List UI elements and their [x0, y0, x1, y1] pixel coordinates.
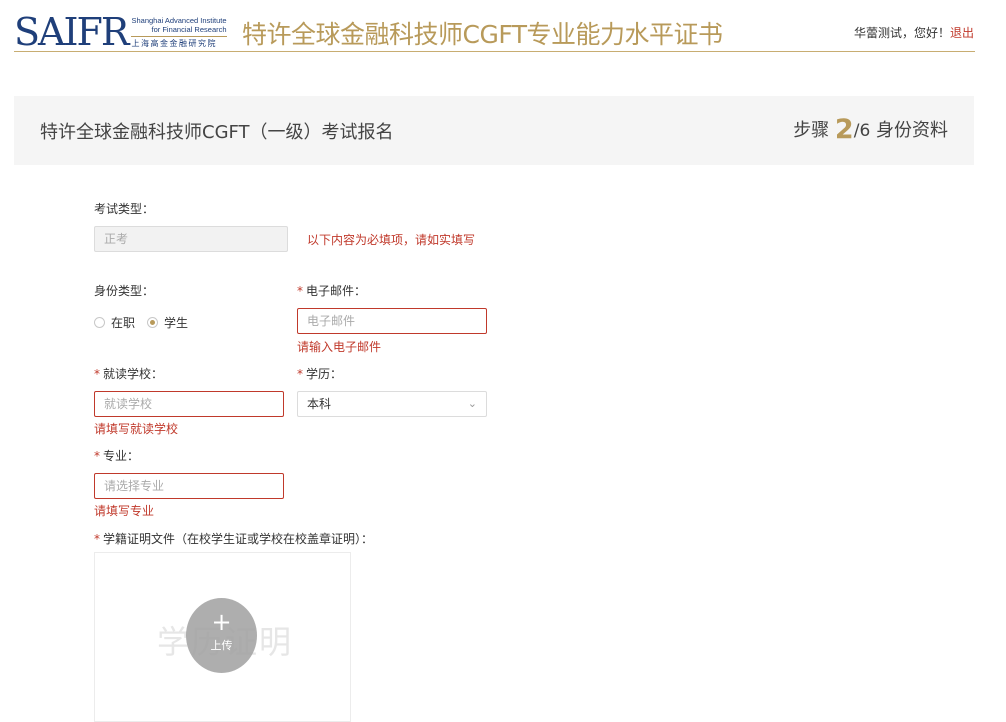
- proof-label: * 学籍证明文件（在校学生证或学校在校盖章证明）：: [94, 530, 373, 547]
- upload-area[interactable]: 学历证明 + 上传: [94, 552, 351, 722]
- logo-mark: SAIFR: [14, 10, 129, 54]
- identity-type-label: 身份类型：: [94, 284, 155, 298]
- step-name: 身份资料: [876, 120, 948, 141]
- header-divider: [14, 51, 975, 52]
- step-prefix: 步骤: [793, 120, 830, 141]
- major-label-text: 专业：: [103, 449, 140, 463]
- required-mark: *: [94, 367, 100, 381]
- user-area: 华蕾测试，您好！退出: [854, 24, 974, 41]
- logo-en-line1: Shanghai Advanced Institute: [131, 15, 227, 25]
- step-indicator: 步骤 2/6 身份资料: [793, 114, 948, 145]
- education-value: 本科: [307, 397, 332, 411]
- school-label-text: 就读学校：: [103, 367, 164, 381]
- exam-type-field: 正考: [94, 226, 288, 252]
- upload-label: 上传: [210, 639, 233, 652]
- required-notice: 以下内容为必填项，请如实填写: [307, 233, 476, 247]
- identity-radio-group: 在职 学生: [94, 314, 200, 331]
- site-title: 特许全球金融科技师CGFT专业能力水平证书: [242, 20, 723, 49]
- major-error: 请填写专业: [94, 504, 155, 518]
- radio-student-circle[interactable]: [147, 317, 159, 328]
- saifr-logo[interactable]: SAIFR Shanghai Advanced Institute for Fi…: [14, 12, 227, 52]
- logo-en-line2: for Financial Research: [151, 24, 227, 34]
- logout-link[interactable]: 退出: [950, 26, 974, 40]
- logo-text: Shanghai Advanced Institute for Financia…: [131, 12, 227, 52]
- plus-icon: +: [211, 608, 232, 636]
- required-mark: *: [297, 367, 303, 381]
- major-field[interactable]: [94, 473, 284, 499]
- radio-student-label: 学生: [164, 316, 189, 330]
- email-label: * 电子邮件：: [297, 282, 366, 299]
- required-mark: *: [297, 284, 303, 298]
- education-label-text: 学历：: [306, 367, 343, 381]
- exam-type-label: 考试类型：: [94, 202, 155, 216]
- upload-button[interactable]: + 上传: [186, 598, 257, 673]
- radio-employed-circle[interactable]: [94, 317, 105, 328]
- radio-employed-label: 在职: [111, 316, 136, 330]
- title-bar: 特许全球金融科技师CGFT（一级）考试报名 步骤 2/6 身份资料: [14, 96, 974, 165]
- major-label: * 专业：: [94, 447, 139, 464]
- proof-label-text: 学籍证明文件（在校学生证或学校在校盖章证明）：: [103, 532, 374, 546]
- email-label-text: 电子邮件：: [306, 284, 367, 298]
- user-greeting: 华蕾测试，您好！: [853, 26, 950, 40]
- education-select[interactable]: 本科 ⌄: [297, 391, 487, 417]
- required-mark: *: [94, 449, 100, 463]
- radio-employed[interactable]: 在职: [94, 314, 135, 331]
- email-error: 请输入电子邮件: [297, 340, 382, 354]
- email-field[interactable]: [297, 308, 487, 334]
- exam-title: 特许全球金融科技师CGFT（一级）考试报名: [40, 122, 394, 143]
- step-current: 2: [834, 114, 854, 145]
- radio-student[interactable]: 学生: [147, 314, 188, 331]
- logo-cn: 上海高金金融研究院: [131, 35, 227, 49]
- required-mark: *: [94, 532, 100, 546]
- step-total: /6: [853, 121, 871, 141]
- school-error: 请填写就读学校: [94, 422, 179, 436]
- school-field[interactable]: [94, 391, 284, 417]
- education-label: * 学历：: [297, 365, 342, 382]
- school-label: * 就读学校：: [94, 365, 163, 382]
- chevron-down-icon: ⌄: [467, 397, 477, 410]
